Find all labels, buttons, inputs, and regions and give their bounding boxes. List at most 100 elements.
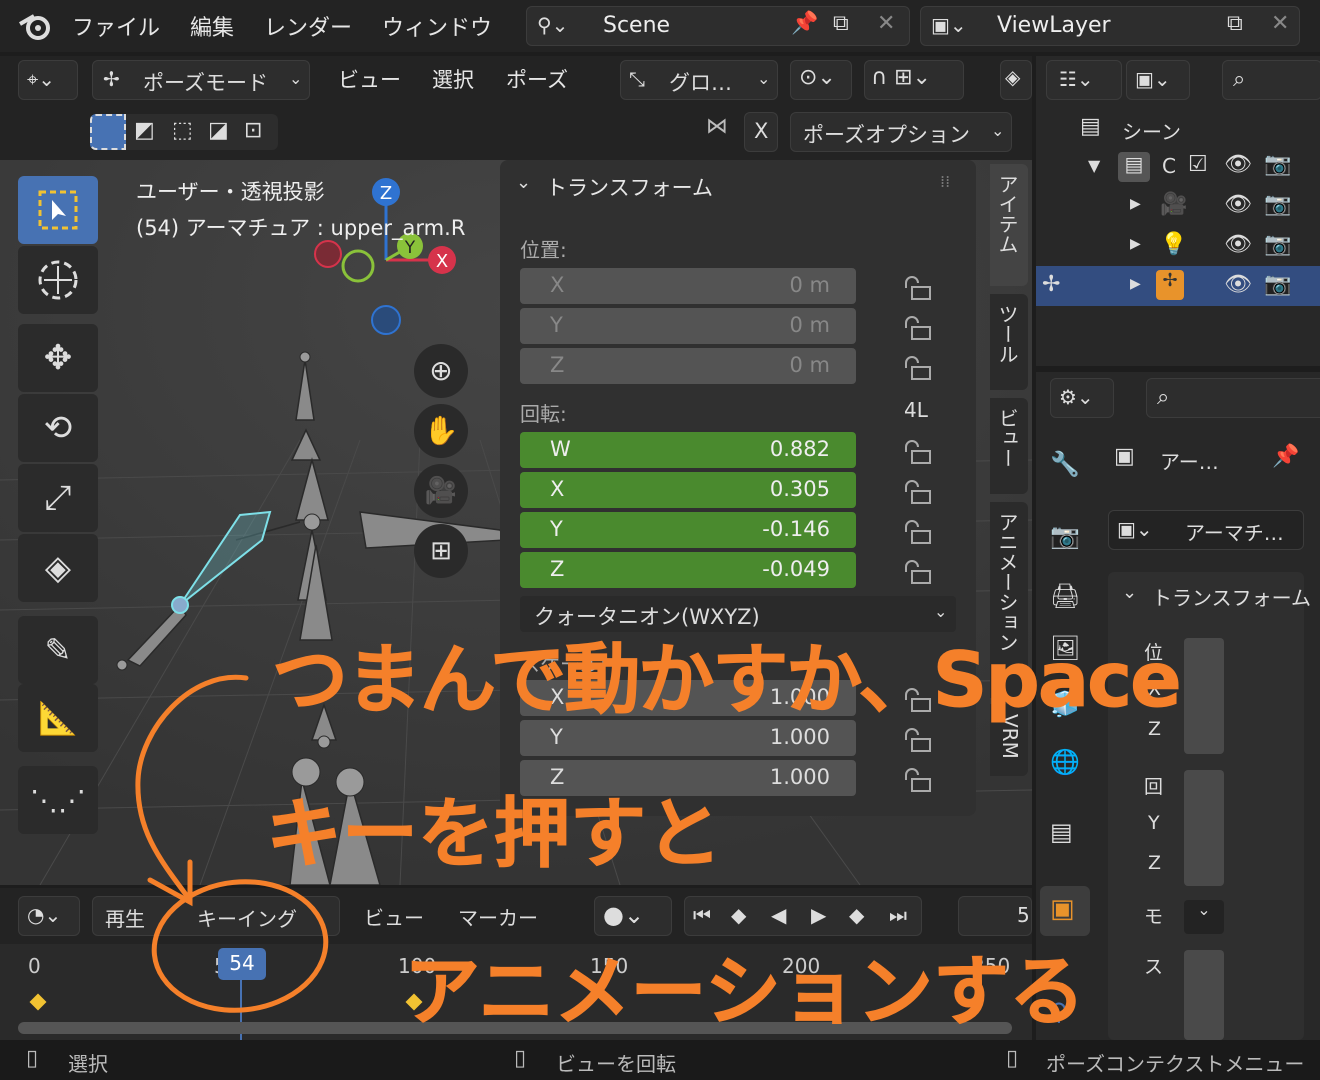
properties-type-dropdown[interactable]: ⚙⌄: [1050, 378, 1114, 418]
scale-fields[interactable]: [1184, 950, 1224, 1040]
navigation-gizmo[interactable]: Z Y X: [306, 176, 466, 346]
lock-icon[interactable]: [902, 440, 932, 464]
menu-render[interactable]: レンダー: [264, 10, 352, 42]
render-camera-icon[interactable]: 📷: [1264, 152, 1291, 177]
object-data-field[interactable]: ▣⌄ アーマチ…: [1108, 510, 1304, 550]
collection-properties-icon[interactable]: ▤: [1050, 818, 1073, 846]
zoom-icon[interactable]: ⊕: [414, 344, 468, 398]
move-tool[interactable]: ✥: [18, 324, 98, 392]
rotation-mode-mini-dropdown[interactable]: ⌄: [1184, 900, 1224, 934]
new-view-layer-icon[interactable]: ⧉: [1227, 11, 1243, 36]
location-fields[interactable]: [1184, 638, 1224, 754]
rotate-tool[interactable]: ⟲: [18, 394, 98, 462]
render-properties-icon[interactable]: 📷: [1050, 522, 1080, 550]
menu-pose[interactable]: ポーズ: [506, 64, 568, 94]
eye-icon[interactable]: 👁: [1224, 272, 1252, 297]
drag-handle-icon[interactable]: ⁞⁞: [940, 172, 950, 191]
measure-tool[interactable]: 📐: [18, 684, 98, 752]
menu-file[interactable]: ファイル: [72, 10, 160, 42]
menu-timeline-view[interactable]: ビュー: [364, 902, 424, 931]
filter-dropdown[interactable]: ▣⌄: [1126, 60, 1190, 100]
pose-tool[interactable]: ⋱⋰: [18, 766, 98, 834]
menu-keying[interactable]: キーイング: [197, 903, 297, 932]
display-mode-dropdown[interactable]: ☷⌄: [1046, 60, 1122, 100]
keyframe-diamond[interactable]: [29, 993, 47, 1011]
world-properties-icon[interactable]: 🌐: [1050, 748, 1080, 776]
output-properties-icon[interactable]: 🖨: [1050, 582, 1080, 610]
eye-icon[interactable]: 👁: [1224, 232, 1252, 257]
jump-end-icon[interactable]: ⏭: [889, 903, 907, 927]
select-invert-icon[interactable]: ◪: [208, 118, 229, 143]
pin-icon[interactable]: 📌: [1272, 444, 1299, 469]
snap-toggle[interactable]: ∩ ⊞⌄: [864, 60, 964, 100]
render-camera-icon[interactable]: 📷: [1264, 272, 1291, 297]
tab-tool[interactable]: ツール: [990, 294, 1028, 390]
location-y-field[interactable]: Y0 m: [520, 308, 856, 344]
menu-marker[interactable]: マーカー: [458, 902, 538, 931]
location-x-field[interactable]: X0 m: [520, 268, 856, 304]
tab-item[interactable]: アイテム: [990, 164, 1028, 286]
proportional-edit-icon[interactable]: ◈: [1000, 60, 1032, 100]
blender-logo-icon[interactable]: [18, 10, 52, 42]
lock-icon[interactable]: [902, 560, 932, 584]
select-subtract-icon[interactable]: ⬚: [172, 118, 193, 143]
pose-options-dropdown[interactable]: ポーズオプション ⌄: [790, 112, 1012, 152]
eye-icon[interactable]: 👁: [1224, 152, 1252, 177]
rotation-fields[interactable]: [1184, 770, 1224, 886]
timeline-editor-type[interactable]: ◔⌄: [18, 896, 80, 936]
menu-window[interactable]: ウィンドウ: [382, 10, 492, 42]
lock-icon[interactable]: [902, 316, 932, 340]
menu-playback[interactable]: 再生: [105, 903, 145, 932]
x-mirror-toggle[interactable]: X: [744, 112, 778, 152]
scale-tool[interactable]: ⤢: [18, 464, 98, 532]
rotation-w-field[interactable]: W 0.882: [520, 432, 856, 468]
expand-arrow-icon[interactable]: ▼: [1088, 156, 1100, 175]
pin-icon[interactable]: 📌: [791, 11, 818, 36]
playhead[interactable]: 54: [218, 948, 266, 980]
chevron-down-icon[interactable]: ⌄: [1122, 582, 1137, 603]
annotate-tool[interactable]: ✎: [18, 616, 98, 684]
lock-icon[interactable]: [902, 728, 932, 752]
checkbox-icon[interactable]: ☑: [1188, 152, 1208, 177]
tab-view[interactable]: ビュー: [990, 398, 1028, 494]
lock-icon[interactable]: [902, 276, 932, 300]
select-intersect-icon[interactable]: ⊡: [244, 118, 262, 143]
rotation-z-field[interactable]: Z -0.049: [520, 552, 856, 588]
transform-tool[interactable]: ◈: [18, 534, 98, 602]
camera-icon[interactable]: 🎥: [414, 464, 468, 518]
close-icon[interactable]: ✕: [877, 11, 895, 36]
play-icon[interactable]: ▶: [811, 903, 826, 927]
location-z-field[interactable]: Z0 m: [520, 348, 856, 384]
properties-search[interactable]: ⌕: [1146, 378, 1320, 418]
perspective-grid-icon[interactable]: ⊞: [414, 524, 468, 578]
next-keyframe-icon[interactable]: ◆: [849, 903, 864, 927]
menu-view[interactable]: ビュー: [338, 64, 401, 94]
tool-settings-icon[interactable]: 🔧: [1050, 450, 1080, 478]
orientation-dropdown[interactable]: ⤡ グロ… ⌄: [620, 60, 778, 100]
hand-icon[interactable]: ✋: [414, 404, 468, 458]
object-properties-tab[interactable]: ▣: [1040, 886, 1090, 936]
scene-selector[interactable]: ⚲⌄ Scene 📌 ⧉ ✕: [526, 6, 910, 46]
editor-type-button[interactable]: ⌖⌄: [18, 60, 78, 100]
jump-start-icon[interactable]: ⏮: [693, 903, 711, 927]
cursor-tool[interactable]: [18, 246, 98, 314]
eye-icon[interactable]: 👁: [1224, 192, 1252, 217]
rotation-y-field[interactable]: Y -0.146: [520, 512, 856, 548]
new-scene-icon[interactable]: ⧉: [833, 11, 849, 36]
close-icon[interactable]: ✕: [1271, 11, 1289, 36]
render-camera-icon[interactable]: 📷: [1264, 232, 1291, 257]
lock-icon[interactable]: [902, 768, 932, 792]
expand-arrow-icon[interactable]: ▶: [1130, 196, 1141, 212]
menu-select[interactable]: 選択: [432, 64, 474, 94]
outliner-search[interactable]: ⌕: [1222, 60, 1320, 100]
select-box-tool[interactable]: [18, 176, 98, 244]
expand-arrow-icon[interactable]: ▶: [1130, 236, 1141, 252]
pivot-dropdown[interactable]: ⊙⌄: [790, 60, 852, 100]
lock-icon[interactable]: [902, 480, 932, 504]
menu-edit[interactable]: 編集: [190, 10, 234, 42]
select-new-icon[interactable]: [90, 114, 126, 150]
chevron-down-icon[interactable]: ⌄: [516, 172, 531, 193]
mode-dropdown[interactable]: ✢ ポーズモード ⌄: [92, 60, 310, 100]
play-reverse-icon[interactable]: ◀: [771, 903, 786, 927]
lock-icon[interactable]: [902, 520, 932, 544]
